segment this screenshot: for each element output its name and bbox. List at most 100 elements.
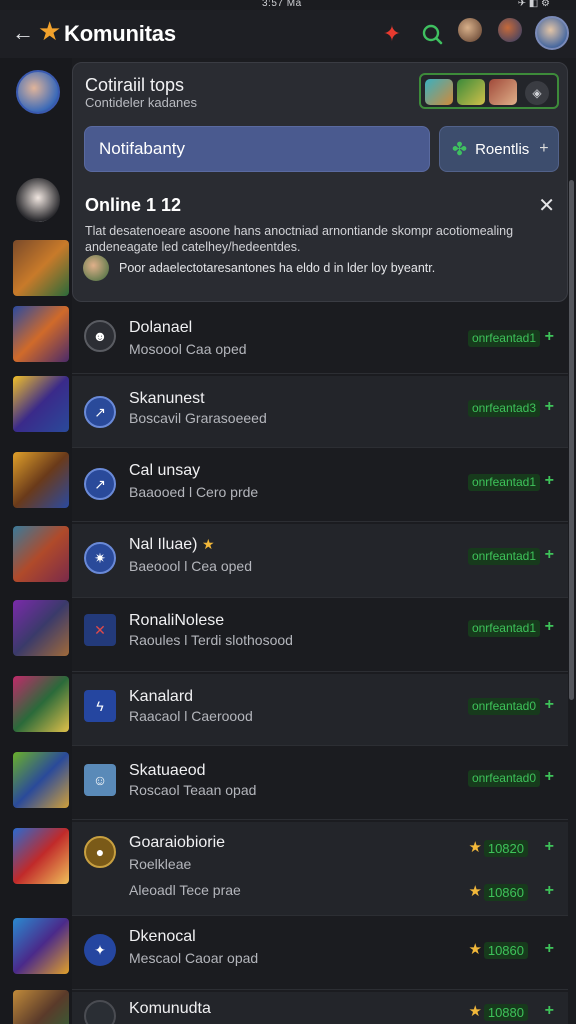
add-icon[interactable]: + (545, 838, 554, 856)
item-name: RonaliNolese (129, 612, 225, 629)
side-thumbnail[interactable] (13, 828, 69, 884)
add-icon[interactable]: + (545, 1002, 554, 1020)
shield-icon[interactable]: ◈ (525, 81, 549, 105)
status-badge: onrfeantad3 (467, 400, 540, 417)
character-icon: ☺ (84, 764, 116, 796)
star-icon: ★ (468, 883, 482, 900)
status-badge: onrfeantad1 (467, 330, 540, 347)
side-thumbnail[interactable] (13, 918, 69, 974)
item-name-text: Nal Iluae) (129, 536, 198, 553)
add-icon[interactable]: + (545, 546, 554, 564)
profile-avatar[interactable] (535, 16, 569, 50)
card-title: Cotiraiil tops (85, 75, 185, 95)
item-name: Goaraiobiorie (129, 834, 226, 851)
side-thumbnail[interactable] (13, 676, 69, 732)
item-desc: Roelkleae (129, 856, 192, 872)
add-icon[interactable]: + (545, 768, 554, 786)
online-note: Poor adaelectotaresantones ha eldo d in … (83, 255, 559, 281)
sparkle-icon: ✷ (84, 542, 116, 574)
roentlis-label: Roentlis (475, 140, 530, 158)
add-icon[interactable]: + (545, 696, 554, 714)
rail-avatar[interactable] (16, 70, 60, 114)
item-desc: Aleoadl Tece prae (129, 882, 241, 898)
item-desc: Mosoool Caa oped (129, 341, 247, 357)
list-item[interactable]: Komunudta ★ 10880 + (72, 992, 568, 1024)
list-item[interactable]: ✕ RonaliNolese Raoules l Terdi slothosoo… (72, 600, 568, 672)
add-icon[interactable]: + (545, 328, 554, 346)
side-thumbnail[interactable] (13, 600, 69, 656)
side-thumbnail[interactable] (13, 376, 69, 432)
left-rail: » (0, 58, 72, 1024)
plus-icon: + (539, 140, 549, 157)
status-badge: onrfeantad0 (467, 770, 540, 787)
side-thumbnail[interactable] (13, 240, 69, 296)
side-thumbnail[interactable] (13, 990, 69, 1024)
rail-avatar[interactable] (16, 178, 60, 222)
item-desc: Roscaol Teaan opad (129, 782, 257, 798)
item-desc: Baeoool l Cea oped (129, 558, 252, 574)
list-item[interactable]: ☻ Dolanael Mosoool Caa oped onrfeantad1 … (72, 304, 568, 374)
item-desc: Baaooed l Cero prde (129, 484, 259, 500)
score: 10820 (483, 840, 528, 857)
scrollbar[interactable] (569, 180, 574, 700)
add-icon[interactable]: + (545, 940, 554, 958)
add-icon[interactable]: + (545, 398, 554, 416)
item-desc: Mescaol Caoar opad (129, 950, 259, 966)
member-thumbnails[interactable]: ◈ (419, 73, 559, 109)
avatar[interactable] (498, 18, 522, 42)
list-item[interactable]: ☺ Skatuaeod Roscaol Teaan opad onrfeanta… (72, 748, 568, 820)
side-thumbnail[interactable] (13, 452, 69, 508)
member-thumbnail (489, 79, 517, 105)
item-name: Komunudta (129, 1000, 211, 1017)
status-badge: onrfeantad1 (467, 474, 540, 491)
side-thumbnail[interactable] (13, 306, 69, 362)
list-item[interactable]: ✷ Nal Iluae) ★ Baeoool l Cea oped onrfea… (72, 524, 568, 598)
item-desc: Boscavil Grarasoeeed (129, 410, 267, 426)
item-name: Dolanael (129, 319, 193, 336)
list-item[interactable]: ✦ Dkenocal Mescaol Caoar opad ★ 10860 + (72, 918, 568, 990)
avatar[interactable] (458, 18, 482, 42)
sparkle-icon[interactable]: ✦ (380, 21, 404, 46)
list-item[interactable]: ϟ Kanalard Raacaol l Caeroood onrfeantad… (72, 674, 568, 746)
star-icon: ★ (468, 1003, 482, 1020)
search-icon[interactable] (420, 22, 444, 46)
status-badge: onrfeantad0 (467, 698, 540, 715)
list-item[interactable]: ● Goaraiobiorie Roelkleae Aleoadl Tece p… (72, 822, 568, 916)
roentlis-button[interactable]: ✤ Roentlis + (439, 126, 559, 172)
status-badge: onrfeantad1 (467, 620, 540, 637)
bolt-icon: ϟ (84, 690, 116, 722)
online-description: Tlat desatenoeare asoone hans anoctniad … (85, 224, 514, 254)
page-title: Komunitas (64, 21, 176, 46)
member-thumbnail (457, 79, 485, 105)
user-icon: ☻ (84, 320, 116, 352)
list-item[interactable]: ↗ Cal unsay Baaooed l Cero prde onrfeant… (72, 450, 568, 522)
add-icon[interactable]: + (545, 472, 554, 490)
back-arrow-icon[interactable]: ← (12, 20, 34, 46)
leaf-icon: ✤ (452, 138, 468, 159)
status-time: 3:57 Ma (262, 0, 302, 9)
item-name: Skatuaeod (129, 762, 206, 779)
status-badge: onrfeantad1 (467, 548, 540, 565)
close-icon[interactable]: ✕ (538, 193, 555, 218)
notifications-button[interactable]: Notifabanty (84, 126, 430, 172)
compass-icon: ↗ (84, 468, 116, 500)
star-icon: ★ (468, 941, 482, 958)
add-icon[interactable]: + (545, 882, 554, 900)
side-thumbnail[interactable] (13, 752, 69, 808)
online-title: Online 1 12 (85, 195, 182, 215)
add-icon[interactable]: + (545, 618, 554, 636)
online-note-text: Poor adaelectotaresantones ha eldo d in … (119, 261, 436, 275)
item-desc: Raacaol l Caeroood (129, 708, 253, 724)
compass-icon: ↗ (84, 396, 116, 428)
status-bar: 3:57 Ma ✈ ◧ ⚙ (0, 0, 576, 10)
score: 10860 (483, 942, 528, 959)
swords-icon: ✕ (84, 614, 116, 646)
score: 10860 (483, 884, 528, 901)
list-item[interactable]: ↗ Skanunest Boscavil Grarasoeeed onrfean… (72, 376, 568, 448)
star-icon: ★ (38, 16, 62, 46)
top-bar: ← ★ Komunitas ✦ (0, 10, 576, 58)
item-name: Skanunest (129, 390, 205, 407)
star-icon: ★ (201, 536, 215, 552)
item-name: Cal unsay (129, 462, 201, 479)
side-thumbnail[interactable] (13, 526, 69, 582)
